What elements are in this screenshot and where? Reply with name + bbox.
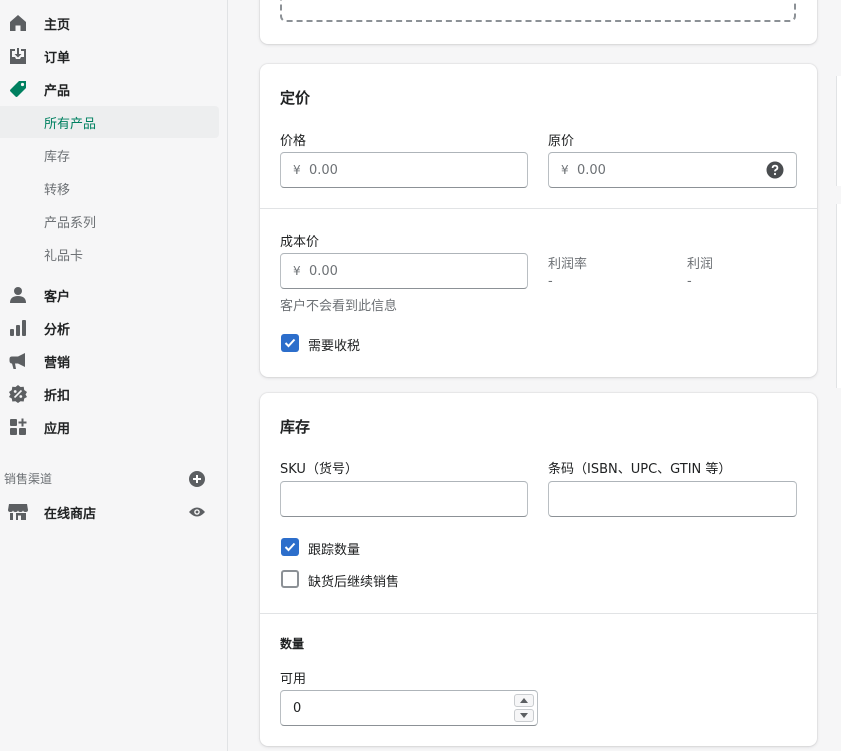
nav-orders[interactable]: 订单 bbox=[0, 41, 219, 71]
caret-up-icon bbox=[520, 698, 528, 703]
cost-currency-prefix: ¥ bbox=[293, 264, 301, 278]
decrement-button[interactable] bbox=[514, 709, 534, 722]
nav-inventory-label: 库存 bbox=[44, 149, 71, 165]
cost-help-text: 客户不会看到此信息 bbox=[280, 299, 398, 314]
checkmark-icon bbox=[284, 542, 296, 552]
quantity-title: 数量 bbox=[280, 637, 305, 651]
nav-customers[interactable]: 客户 bbox=[0, 280, 219, 310]
increment-button[interactable] bbox=[514, 694, 534, 707]
side-card-edge bbox=[836, 204, 841, 388]
charge-tax-label: 需要收税 bbox=[308, 339, 361, 354]
barcode-input[interactable] bbox=[548, 481, 797, 517]
inventory-title: 库存 bbox=[280, 418, 311, 436]
charge-tax-checkbox[interactable] bbox=[281, 334, 299, 352]
nav-collections[interactable]: 产品系列 bbox=[0, 205, 219, 237]
sku-label: SKU（货号） bbox=[280, 462, 358, 477]
nav-analytics[interactable]: 分析 bbox=[0, 313, 219, 343]
price-currency-prefix: ¥ bbox=[293, 163, 301, 177]
nav-apps[interactable]: 应用 bbox=[0, 412, 219, 442]
margin-value: - bbox=[548, 274, 553, 289]
pricing-card: 定价 价格 ¥ 0.00 原价 ¥ 0.00 成本价 ¥ 0.00 客户不会看到… bbox=[260, 64, 817, 377]
caret-down-icon bbox=[520, 713, 528, 718]
pricing-divider bbox=[260, 208, 817, 209]
margin-label: 利润率 bbox=[548, 257, 588, 272]
store-icon bbox=[7, 501, 29, 523]
sales-channels-label: 销售渠道 bbox=[4, 472, 53, 486]
nav-orders-label: 订单 bbox=[44, 50, 71, 66]
nav-discounts-label: 折扣 bbox=[44, 388, 71, 404]
inventory-divider bbox=[260, 613, 817, 614]
track-quantity-checkbox[interactable] bbox=[281, 538, 299, 556]
compare-price-value: 0.00 bbox=[577, 162, 606, 178]
media-card bbox=[260, 0, 817, 44]
checkmark-icon bbox=[284, 338, 296, 348]
nav-apps-label: 应用 bbox=[44, 421, 71, 437]
track-quantity-label: 跟踪数量 bbox=[308, 543, 361, 558]
pricing-title: 定价 bbox=[280, 89, 311, 107]
tag-icon bbox=[7, 78, 29, 100]
available-quantity-stepper[interactable]: 0 bbox=[280, 690, 538, 726]
continue-selling-checkbox[interactable] bbox=[281, 570, 299, 588]
help-question-icon[interactable] bbox=[766, 161, 784, 179]
nav-products[interactable]: 产品 bbox=[0, 74, 219, 104]
cost-label: 成本价 bbox=[280, 235, 320, 250]
nav-inventory[interactable]: 库存 bbox=[0, 139, 219, 171]
media-dropzone[interactable] bbox=[280, 0, 796, 22]
bar-chart-icon bbox=[7, 317, 29, 339]
nav-gift-cards-label: 礼品卡 bbox=[44, 248, 84, 264]
orders-inbox-icon bbox=[7, 45, 29, 67]
price-input[interactable]: ¥ 0.00 bbox=[280, 152, 528, 188]
nav-discounts[interactable]: 折扣 bbox=[0, 379, 219, 409]
nav-transfers[interactable]: 转移 bbox=[0, 172, 219, 204]
sidebar: 主页 订单 产品 所有产品 库存 转移 产品系列 礼品卡 客户 分析 营销 折扣… bbox=[0, 0, 228, 751]
side-card-edge bbox=[836, 76, 841, 186]
nav-analytics-label: 分析 bbox=[44, 322, 71, 338]
discount-icon bbox=[7, 383, 29, 405]
compare-currency-prefix: ¥ bbox=[561, 163, 569, 177]
apps-grid-icon bbox=[7, 416, 29, 438]
barcode-label: 条码（ISBN、UPC、GTIN 等） bbox=[548, 462, 732, 477]
cost-input[interactable]: ¥ 0.00 bbox=[280, 253, 528, 289]
nav-collections-label: 产品系列 bbox=[44, 215, 97, 231]
nav-marketing-label: 营销 bbox=[44, 355, 71, 371]
nav-home-label: 主页 bbox=[44, 17, 71, 33]
nav-gift-cards[interactable]: 礼品卡 bbox=[0, 238, 219, 270]
megaphone-icon bbox=[7, 350, 29, 372]
nav-products-label: 产品 bbox=[44, 83, 71, 99]
home-icon bbox=[7, 12, 29, 34]
profit-label: 利润 bbox=[687, 257, 714, 272]
available-label: 可用 bbox=[280, 672, 307, 687]
price-label: 价格 bbox=[280, 134, 307, 149]
nav-marketing[interactable]: 营销 bbox=[0, 346, 219, 376]
sku-input[interactable] bbox=[280, 481, 528, 517]
nav-all-products-label: 所有产品 bbox=[44, 116, 97, 132]
compare-price-input[interactable]: ¥ 0.00 bbox=[548, 152, 797, 188]
compare-price-label: 原价 bbox=[548, 134, 575, 149]
nav-online-store-label: 在线商店 bbox=[44, 506, 97, 522]
profit-value: - bbox=[687, 274, 692, 289]
inventory-card: 库存 SKU（货号） 条码（ISBN、UPC、GTIN 等） 跟踪数量 缺货后继… bbox=[260, 393, 817, 746]
nav-all-products[interactable]: 所有产品 bbox=[0, 106, 219, 138]
view-store-eye-icon[interactable] bbox=[187, 502, 207, 522]
nav-transfers-label: 转移 bbox=[44, 182, 71, 198]
price-value: 0.00 bbox=[309, 162, 338, 178]
cost-value: 0.00 bbox=[309, 263, 338, 279]
continue-selling-label: 缺货后继续销售 bbox=[308, 575, 400, 590]
person-icon bbox=[7, 284, 29, 306]
available-value: 0 bbox=[293, 700, 302, 716]
add-channel-icon[interactable] bbox=[187, 469, 207, 489]
nav-home[interactable]: 主页 bbox=[0, 8, 219, 38]
nav-customers-label: 客户 bbox=[44, 289, 71, 305]
